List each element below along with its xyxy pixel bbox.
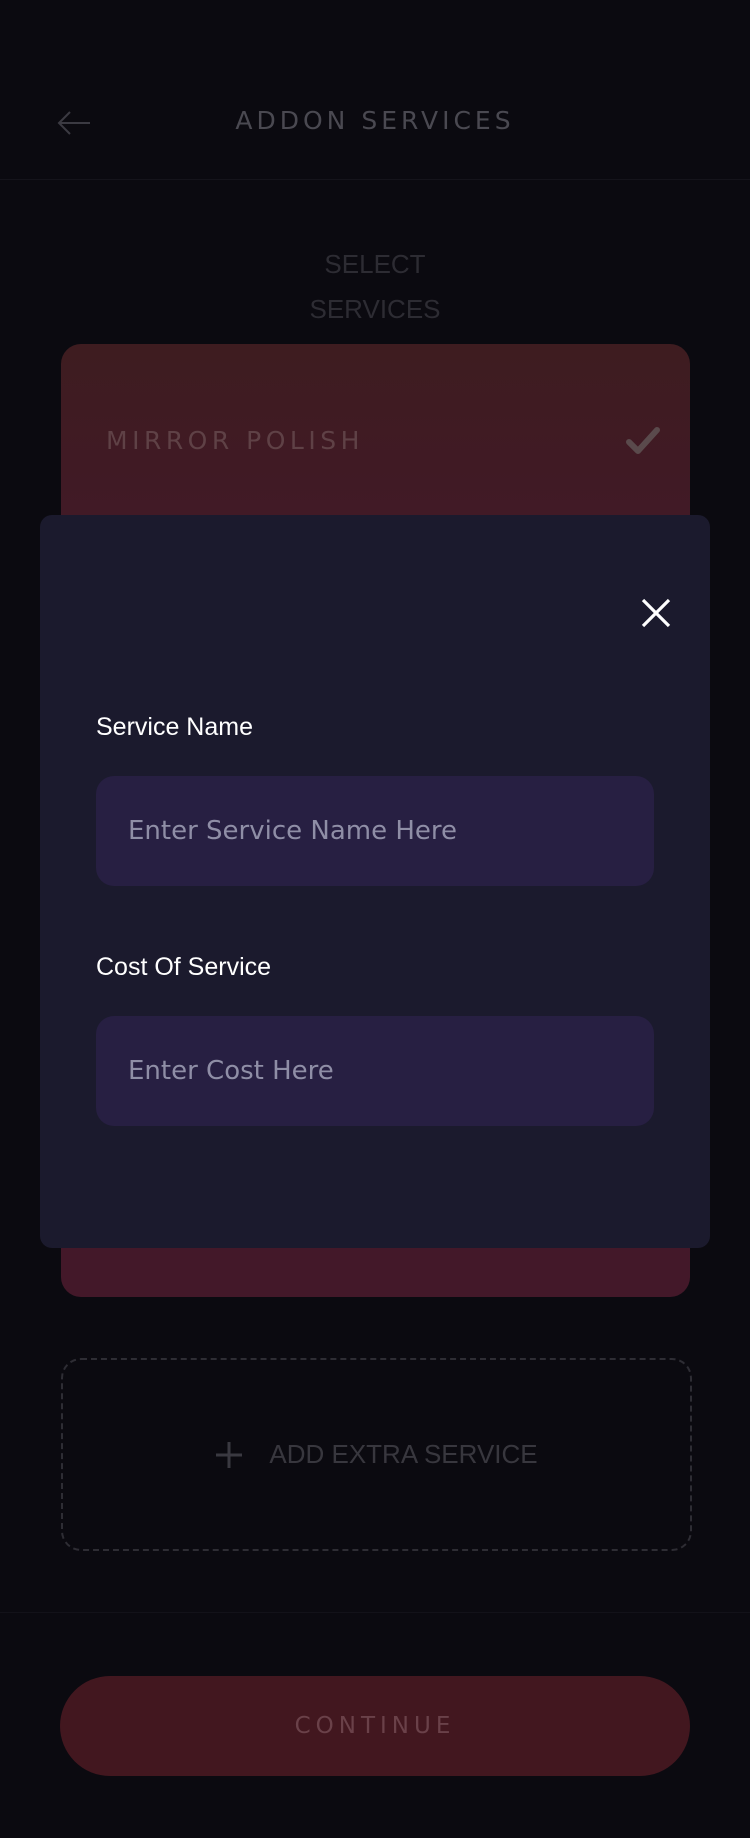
section-title-line-1: SELECT [324, 249, 426, 279]
divider [0, 1612, 750, 1613]
checkmark-icon [626, 426, 660, 456]
close-icon [641, 598, 671, 628]
close-button[interactable] [640, 597, 672, 629]
page-title: ADDON SERVICES [235, 106, 515, 135]
section-title-line-2: SERVICES [309, 294, 441, 324]
cost-input[interactable] [96, 1016, 654, 1126]
header: ADDON SERVICES [0, 0, 750, 180]
add-extra-service-button[interactable]: ADD EXTRA SERVICE [61, 1358, 692, 1551]
service-name-input[interactable] [96, 776, 654, 886]
add-service-modal: Service Name Cost Of Service [40, 515, 710, 1248]
service-card-label: MIRROR POLISH [106, 426, 364, 455]
continue-button[interactable]: CONTINUE [60, 1676, 690, 1776]
service-name-label: Service Name [96, 713, 253, 741]
addon-services-screen: ADDON SERVICES SELECT SERVICES MIRROR PO… [0, 0, 750, 1838]
cost-of-service-label: Cost Of Service [96, 953, 272, 981]
section-title: SELECT SERVICES [0, 242, 750, 332]
add-extra-service-label: ADD EXTRA SERVICE [269, 1439, 538, 1469]
plus-icon [215, 1441, 243, 1469]
